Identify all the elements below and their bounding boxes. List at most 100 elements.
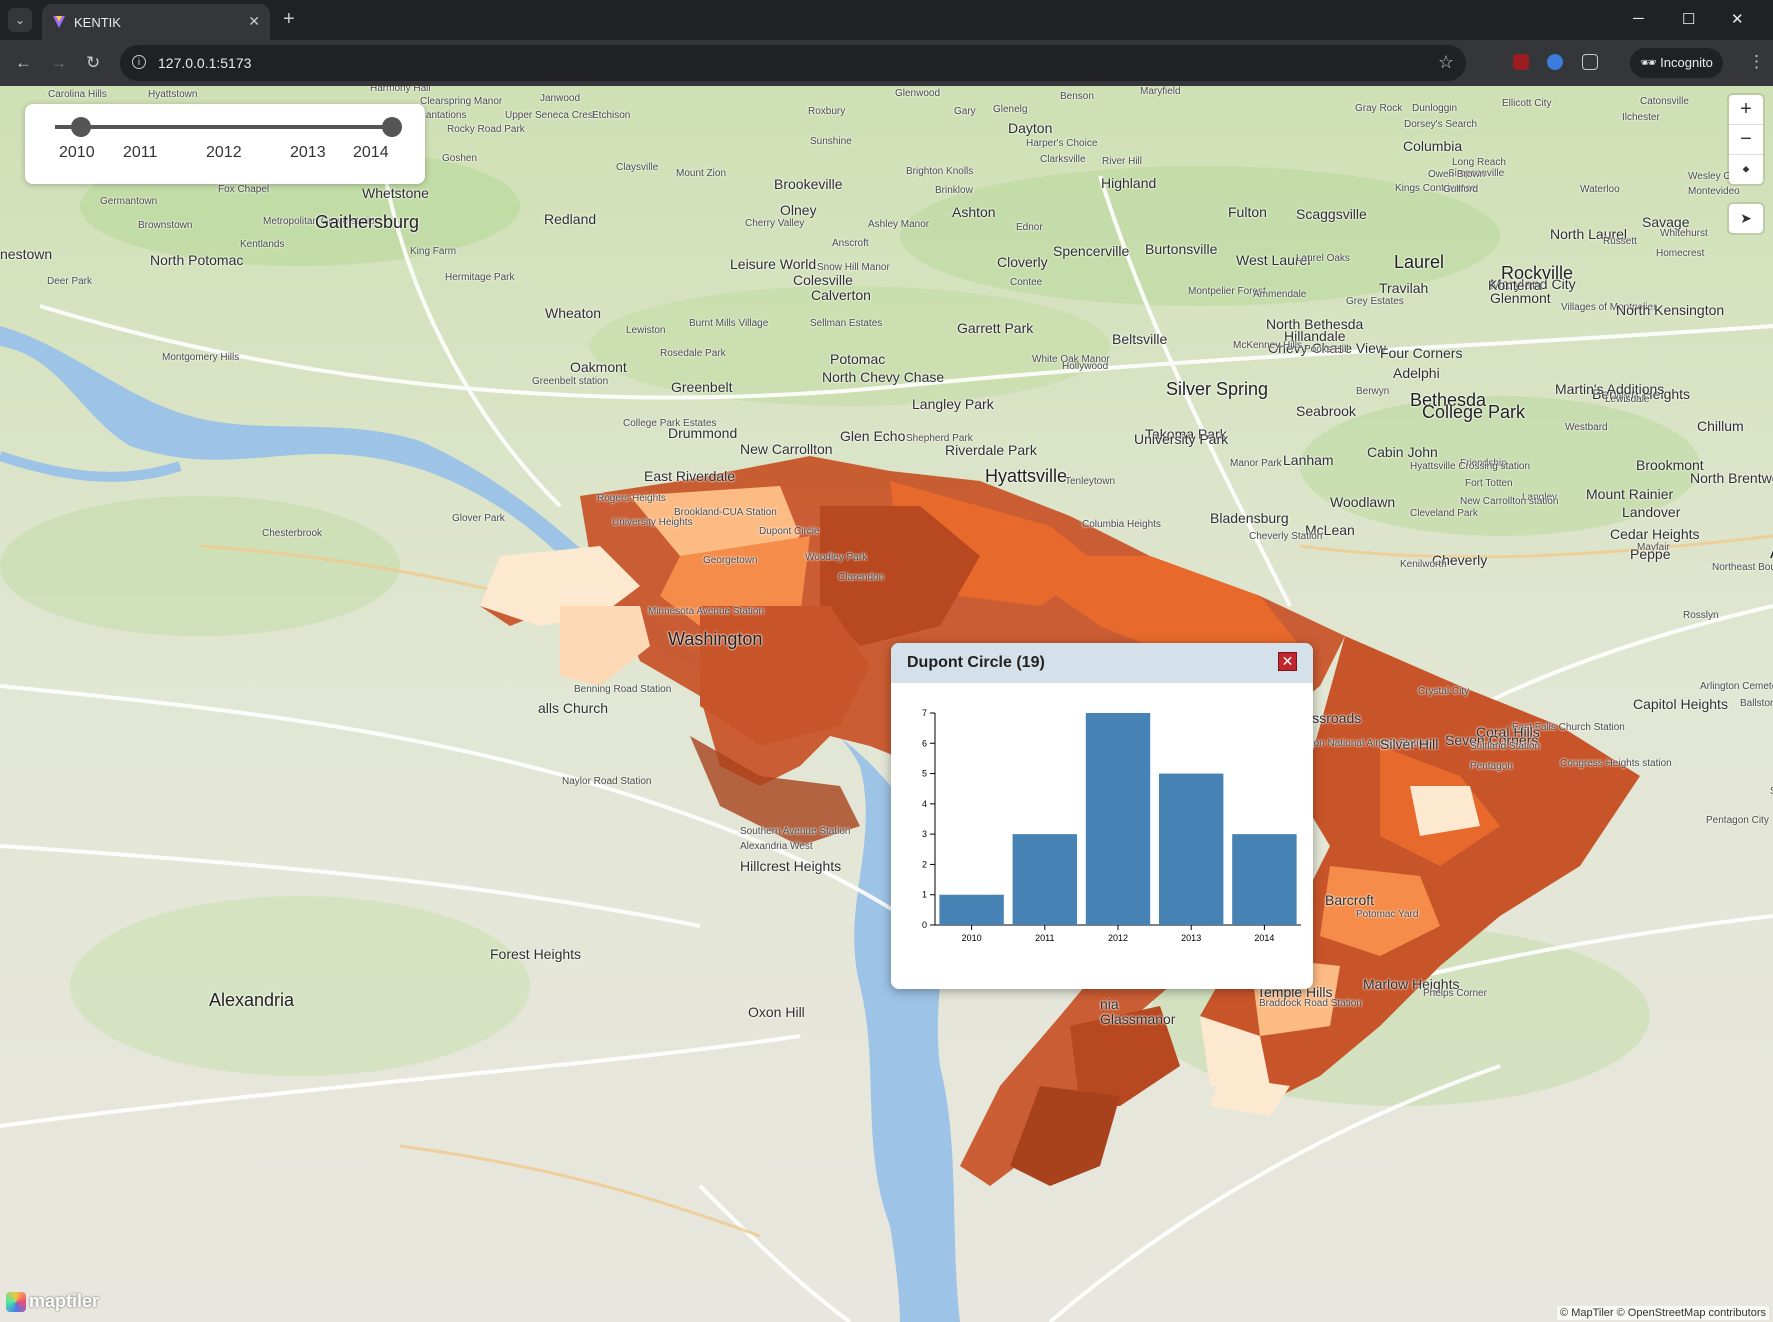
place-label: Alexandria [209, 990, 295, 1010]
place-label: Kentlands [240, 239, 285, 250]
reload-icon[interactable]: ↻ [86, 53, 100, 73]
slider-tick-label: 2014 [353, 144, 389, 161]
place-label: Ilchester [1622, 112, 1660, 123]
geolocate-button[interactable]: ➤ [1729, 204, 1763, 233]
forward-icon[interactable]: → [50, 53, 67, 73]
place-label: Upper Seneca Crest [505, 110, 596, 121]
browser-toolbar: ← → ↻ i 127.0.0.1:5173 ☆ 🕶 Incognito ⋮ [0, 40, 1773, 86]
slider-tick-label: 2010 [59, 144, 95, 161]
place-label: Maryfield [1140, 86, 1181, 97]
place-label: Glen Echo [840, 428, 906, 444]
slider-start-handle[interactable] [71, 117, 91, 137]
bar-2014[interactable] [1232, 834, 1297, 925]
place-label: Beltsville [1112, 331, 1168, 347]
place-label: King Farm [410, 246, 457, 257]
place-label: Georgetown [703, 555, 758, 566]
map-canvas[interactable]: Carolina Hills Hyattstown Harmony Hall Clea… [0, 86, 1773, 1322]
place-label: Arlington Cemetery [1700, 681, 1773, 692]
place-label: Ammendale [1253, 289, 1307, 300]
slider-track[interactable] [55, 125, 391, 129]
place-label: Columbia [1403, 138, 1463, 154]
y-tick-label: 4 [922, 799, 927, 809]
tab-title: KENTIK [74, 15, 121, 30]
place-label: Crystal City [1418, 686, 1470, 697]
zoom-in-button[interactable]: + [1729, 95, 1763, 125]
place-label: Claysville [616, 162, 659, 173]
place-label: Grey Estates [1346, 296, 1404, 307]
place-label: Brinklow [935, 185, 973, 196]
popup-header: Dupont Circle (19) ✕ [891, 643, 1313, 683]
popup-title: Dupont Circle (19) [907, 654, 1045, 671]
place-label: Roxbury [808, 106, 846, 117]
extensions-icon[interactable] [1582, 54, 1598, 70]
place-label: Woodlawn [1330, 494, 1396, 510]
place-label: Clarksville [1040, 154, 1086, 165]
place-label: Seabrook [1296, 403, 1356, 419]
window-close-icon[interactable]: ✕ [1731, 10, 1744, 28]
menu-icon[interactable]: ⋮ [1748, 52, 1765, 72]
place-label: Sunshine [810, 136, 852, 147]
new-tab-icon[interactable]: + [283, 8, 295, 31]
place-label: Mount Rainier [1586, 486, 1674, 502]
place-label: University Park [1134, 431, 1229, 447]
place-label: Leisure World [730, 256, 817, 272]
place-label: Gray Rock [1355, 103, 1403, 114]
place-label: Burnt Mills Village [689, 318, 769, 329]
place-label: Contee [1010, 277, 1043, 288]
minimize-icon[interactable]: ─ [1633, 10, 1644, 27]
x-tick-label: 2010 [962, 933, 982, 943]
place-label: North Kensington [1616, 302, 1725, 318]
slider-end-handle[interactable] [382, 117, 402, 137]
place-label: Bladensburg [1210, 510, 1289, 526]
maximize-icon[interactable]: ☐ [1682, 10, 1695, 28]
place-label: Ellicott City [1502, 98, 1552, 109]
bar-2011[interactable] [1012, 834, 1078, 925]
back-icon[interactable]: ← [15, 53, 32, 73]
place-label: Berwyn [1356, 386, 1390, 397]
maptiler-logo[interactable]: maptiler [6, 1291, 99, 1312]
place-label: Goshen [442, 153, 478, 164]
y-tick-label: 2 [922, 859, 927, 869]
incognito-indicator[interactable]: 🕶 Incognito [1630, 48, 1723, 78]
place-label: Whitehurst [1660, 228, 1708, 239]
place-label: McKenney Hills [1233, 340, 1302, 351]
place-label: Montevideo [1688, 186, 1740, 197]
url-text[interactable]: 127.0.0.1:5173 [158, 55, 251, 71]
map-attribution[interactable]: © MapTiler © OpenStreetMap contributors [1557, 1306, 1769, 1320]
place-label: Washington [668, 629, 763, 649]
bar-2012[interactable] [1085, 713, 1151, 925]
place-label: Ashley Manor [868, 219, 930, 230]
bookmark-star-icon[interactable]: ☆ [1438, 52, 1454, 73]
place-label: Laurel [1394, 252, 1445, 272]
place-label: Rocky Road Park [447, 124, 525, 135]
place-label: Glenmont [1490, 290, 1551, 306]
password-extension-icon[interactable] [1547, 54, 1563, 70]
year-range-slider[interactable]: 2010 2011 2012 2013 2014 [25, 104, 425, 184]
slider-tick-label: 2012 [206, 144, 242, 161]
tab-close-icon[interactable]: ✕ [248, 13, 260, 30]
place-label: Northeast Boundary [1712, 562, 1773, 573]
place-label: Waterloo [1580, 184, 1620, 195]
place-label: Cabin John [1367, 444, 1438, 460]
place-label: Tenleytown [1065, 476, 1116, 487]
place-label: Landover [1622, 504, 1681, 520]
bar-2010[interactable] [939, 894, 1004, 925]
place-label: Calverton [811, 287, 871, 303]
place-label: New Carrollton station [1460, 496, 1559, 507]
zoom-out-button[interactable]: − [1729, 125, 1763, 155]
place-label: Peppe [1630, 546, 1671, 562]
bar-chart: 0 1 2 3 4 5 6 7 2010 2011 2012 2013 2014 [922, 708, 1301, 943]
address-bar[interactable]: i 127.0.0.1:5173 ☆ [120, 45, 1466, 81]
place-label: Sellman Estates [810, 318, 883, 329]
compass-icon[interactable]: ⬩ [1729, 155, 1763, 184]
ublock-extension-icon[interactable] [1513, 54, 1529, 70]
place-label: Westbard [1565, 422, 1608, 433]
popup-close-button[interactable]: ✕ [1278, 652, 1297, 671]
place-label: University Heights [612, 517, 693, 528]
tab-search-icon[interactable]: ⌄ [8, 8, 32, 32]
browser-tab[interactable]: KENTIK ✕ [42, 4, 270, 40]
site-info-icon[interactable]: i [132, 55, 146, 69]
place-label: Colesville [793, 272, 853, 288]
slider-tick-label: 2013 [290, 144, 326, 161]
bar-2013[interactable] [1158, 773, 1224, 925]
